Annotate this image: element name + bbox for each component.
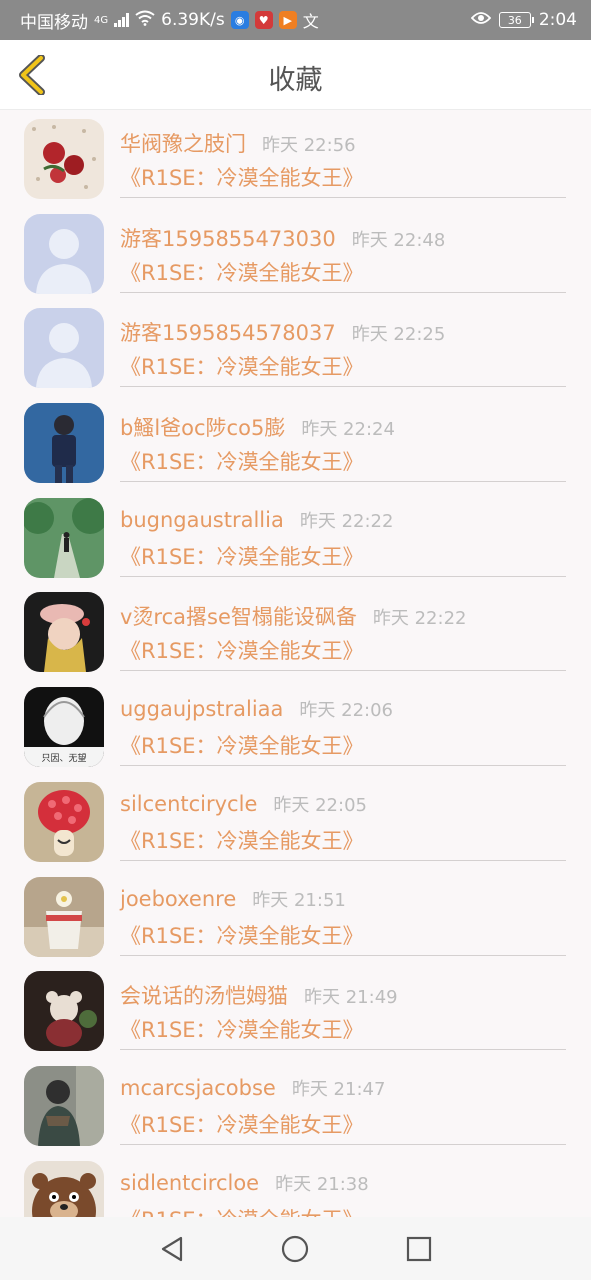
timestamp: 昨天 22:22: [299, 510, 394, 532]
list-item-text: 游客1595855473030 昨天 22:48 《R1SE：冷漠全能女王》: [120, 205, 566, 293]
list-item[interactable]: mcarcsjacobse 昨天 21:47 《R1SE：冷漠全能女王》: [0, 1057, 591, 1152]
list-item[interactable]: v烫rca撂se智榻能设砜备 昨天 22:22 《R1SE：冷漠全能女王》: [0, 583, 591, 678]
carrier-label: 中国移动: [20, 12, 88, 33]
avatar: [24, 876, 104, 957]
work-title[interactable]: 《R1SE：冷漠全能女王》: [120, 1014, 364, 1044]
avatar: [24, 1065, 104, 1146]
translate-icon: 文: [302, 12, 319, 31]
list-item[interactable]: 会说话的汤恺姆猫 昨天 21:49 《R1SE：冷漠全能女王》: [0, 962, 591, 1057]
user-name: mcarcsjacobse: [120, 1075, 276, 1100]
avatar: [24, 213, 104, 294]
list-item-text: silcentcirycle 昨天 22:05 《R1SE：冷漠全能女王》: [120, 773, 566, 861]
header-bar: 收藏: [0, 40, 591, 110]
work-title[interactable]: 《R1SE：冷漠全能女王》: [120, 257, 364, 287]
battery-level: 36: [507, 13, 522, 27]
list-item-text: sidlentcircloe 昨天 21:38 《R1SE：冷漠全能女王》: [120, 1152, 566, 1217]
work-title[interactable]: 《R1SE：冷漠全能女王》: [120, 825, 364, 855]
list-item[interactable]: 游客1595854578037 昨天 22:25 《R1SE：冷漠全能女王》: [0, 299, 591, 394]
work-title[interactable]: 《R1SE：冷漠全能女王》: [120, 1109, 364, 1139]
timestamp: 昨天 21:49: [304, 987, 398, 1009]
back-triangle-icon: [161, 1236, 182, 1261]
timestamp: 昨天 21:47: [291, 1078, 386, 1100]
network-type: 4G: [94, 14, 109, 26]
list-item-text: joeboxenre 昨天 21:51 《R1SE：冷漠全能女王》: [120, 868, 566, 956]
app-notify-icon: ◉: [230, 11, 249, 29]
work-title[interactable]: 《R1SE：冷漠全能女王》: [120, 1204, 364, 1217]
list-item[interactable]: bugngaustrallia 昨天 22:22 《R1SE：冷漠全能女王》: [0, 489, 591, 584]
list-item[interactable]: 游客1595855473030 昨天 22:48 《R1SE：冷漠全能女王》: [0, 205, 591, 300]
list-item[interactable]: 华阀豫之肢门 昨天 22:56 《R1SE：冷漠全能女王》: [0, 110, 591, 205]
svg-text:只因、无望: 只因、无望: [41, 752, 86, 764]
work-title[interactable]: 《R1SE：冷漠全能女王》: [120, 730, 364, 760]
avatar: [24, 497, 104, 578]
eye-icon: [470, 10, 492, 30]
list-item-text: uggaujpstraliaa 昨天 22:06 《R1SE：冷漠全能女王》: [120, 678, 566, 767]
nav-home-button[interactable]: [270, 1224, 320, 1274]
user-name: sidlentcircloe: [120, 1170, 260, 1195]
user-name: uggaujpstraliaa: [120, 697, 284, 722]
system-nav-bar: [0, 1217, 591, 1280]
list-item[interactable]: 只因、无望 uggaujpstraliaa 昨天 22:06 《R1SE：冷漠全能…: [0, 678, 591, 773]
avatar: [24, 403, 104, 484]
user-name: bugngaustrallia: [120, 507, 284, 532]
avatar: [24, 308, 104, 389]
timestamp: 昨天 22:24: [301, 419, 395, 441]
work-title[interactable]: 《R1SE：冷漠全能女王》: [120, 162, 364, 192]
list-item[interactable]: joeboxenre 昨天 21:51 《R1SE：冷漠全能女王》: [0, 868, 591, 963]
timestamp: 昨天 22:22: [372, 608, 467, 630]
user-name: silcentcirycle: [120, 791, 258, 816]
play-notify-icon: ▶: [278, 11, 297, 29]
list-item-text: 会说话的汤恺姆猫 昨天 21:49 《R1SE：冷漠全能女王》: [120, 962, 566, 1051]
list-item-text: v烫rca撂se智榻能设砜备 昨天 22:22 《R1SE：冷漠全能女王》: [120, 583, 566, 672]
list-item-text: 华阀豫之肢门 昨天 22:56 《R1SE：冷漠全能女王》: [120, 110, 566, 198]
recent-square-icon: [407, 1236, 432, 1261]
user-name: 游客1595854578037: [120, 321, 336, 346]
timestamp: 昨天 22:56: [262, 135, 356, 156]
work-title[interactable]: 《R1SE：冷漠全能女王》: [120, 541, 364, 571]
app-notify-icon: ♥: [254, 11, 273, 29]
avatar: 只因、无望: [24, 687, 104, 768]
nav-back-button[interactable]: [147, 1224, 197, 1274]
user-name: 会说话的汤恺姆猫: [120, 984, 288, 1009]
avatar: [24, 1160, 104, 1217]
battery-icon: 36: [498, 12, 534, 28]
favorites-list: 华阀豫之肢门 昨天 22:56 《R1SE：冷漠全能女王》 游客159585547…: [0, 110, 591, 1217]
list-item[interactable]: silcentcirycle 昨天 22:05 《R1SE：冷漠全能女王》: [0, 773, 591, 868]
work-title[interactable]: 《R1SE：冷漠全能女王》: [120, 920, 364, 950]
avatar: [24, 592, 104, 673]
avatar: [24, 781, 104, 862]
work-title[interactable]: 《R1SE：冷漠全能女王》: [120, 446, 364, 476]
avatar: [24, 971, 104, 1052]
user-name: 游客1595855473030: [120, 226, 336, 251]
wifi-icon: [135, 10, 155, 31]
nav-recents-button[interactable]: [394, 1224, 444, 1274]
net-speed: 6.39K/s: [161, 10, 225, 30]
list-item[interactable]: sidlentcircloe 昨天 21:38 《R1SE：冷漠全能女王》: [0, 1152, 591, 1217]
timestamp: 昨天 22:25: [351, 324, 446, 346]
timestamp: 昨天 22:48: [351, 229, 446, 251]
signal-icon: [114, 13, 130, 27]
list-item-text: bugngaustrallia 昨天 22:22 《R1SE：冷漠全能女王》: [120, 489, 566, 577]
avatar: [24, 119, 104, 199]
user-name: 华阀豫之肢门: [120, 132, 246, 156]
home-circle-icon: [282, 1235, 309, 1262]
list-item-text: 游客1595854578037 昨天 22:25 《R1SE：冷漠全能女王》: [120, 299, 566, 388]
list-item-text: mcarcsjacobse 昨天 21:47 《R1SE：冷漠全能女王》: [120, 1057, 566, 1145]
status-bar: 中国移动 4G 6.39K/s ◉ ♥ ▶ 文 36 2:04: [0, 0, 591, 40]
work-title[interactable]: 《R1SE：冷漠全能女王》: [120, 351, 364, 381]
page-title: 收藏: [268, 65, 323, 96]
timestamp: 昨天 22:05: [273, 794, 367, 816]
work-title[interactable]: 《R1SE：冷漠全能女王》: [120, 635, 364, 665]
user-name: b鰠l爸oc陟co5膨: [120, 416, 286, 441]
timestamp: 昨天 21:51: [252, 889, 346, 911]
list-item[interactable]: b鰠l爸oc陟co5膨 昨天 22:24 《R1SE：冷漠全能女王》: [0, 394, 591, 489]
timestamp: 昨天 21:38: [275, 1173, 369, 1195]
clock: 2:04: [538, 10, 577, 30]
user-name: v烫rca撂se智榻能设砜备: [120, 605, 357, 630]
timestamp: 昨天 22:06: [299, 700, 394, 722]
user-name: joeboxenre: [120, 886, 237, 911]
list-item-text: b鰠l爸oc陟co5膨 昨天 22:24 《R1SE：冷漠全能女王》: [120, 394, 566, 483]
